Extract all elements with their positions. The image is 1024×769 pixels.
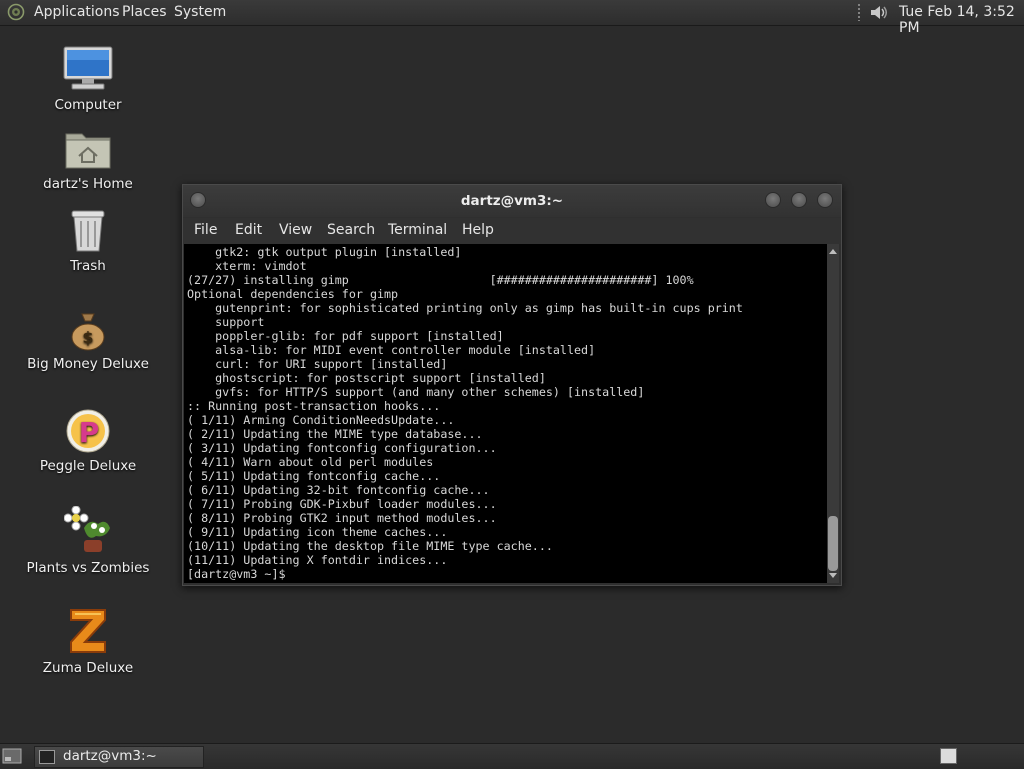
scrollbar-thumb[interactable] bbox=[828, 516, 838, 571]
desktop-icon-computer[interactable]: Computer bbox=[13, 45, 163, 113]
terminal-window[interactable]: dartz@vm3:~ File Edit View Search Termin… bbox=[182, 184, 842, 586]
applications-menu-icon[interactable] bbox=[7, 3, 25, 21]
computer-icon bbox=[63, 46, 113, 90]
panel-drag-handle[interactable] bbox=[857, 3, 861, 21]
peggle-icon: P bbox=[66, 409, 110, 453]
scroll-up-arrow-icon[interactable] bbox=[829, 249, 837, 254]
menu-help[interactable]: Help bbox=[462, 222, 494, 238]
money-bag-icon: $ bbox=[71, 313, 105, 351]
svg-text:$: $ bbox=[82, 328, 93, 347]
desktop-icon-label: Computer bbox=[54, 97, 122, 113]
desktop-icon-zuma[interactable]: Zuma Deluxe bbox=[13, 606, 163, 676]
terminal-menubar: File Edit View Search Terminal Help bbox=[183, 218, 841, 244]
desktop-icon-label: dartz's Home bbox=[43, 176, 133, 192]
terminal-line: ( 8/11) Probing GTK2 input method module… bbox=[187, 511, 497, 525]
terminal-prompt[interactable]: [dartz@vm3 ~]$ bbox=[187, 567, 743, 581]
terminal-line: Optional dependencies for gimp bbox=[187, 287, 399, 301]
menu-system[interactable]: System bbox=[174, 4, 226, 20]
desktop-icon-label: Peggle Deluxe bbox=[39, 458, 137, 474]
volume-icon[interactable] bbox=[868, 3, 890, 22]
desktop-icon-peggle[interactable]: P Peggle Deluxe bbox=[13, 408, 163, 474]
terminal-line: ( 6/11) Updating 32-bit fontconfig cache… bbox=[187, 483, 490, 497]
taskbar-item-terminal[interactable]: dartz@vm3:~ bbox=[34, 746, 204, 768]
desktop-icon-plants-vs-zombies[interactable]: Plants vs Zombies bbox=[13, 506, 163, 576]
zuma-icon bbox=[70, 609, 106, 653]
plants-vs-zombies-icon bbox=[64, 506, 110, 552]
terminal-line: ( 5/11) Updating fontconfig cache... bbox=[187, 469, 441, 483]
terminal-line: support bbox=[187, 315, 265, 329]
home-folder-icon bbox=[65, 133, 111, 169]
clock[interactable]: Tue Feb 14, 3:52 PM bbox=[899, 4, 1024, 36]
menu-edit[interactable]: Edit bbox=[235, 222, 262, 238]
desktop-icon-label: Plants vs Zombies bbox=[26, 560, 150, 576]
trash-icon bbox=[71, 210, 105, 252]
terminal-line: xterm: vimdot bbox=[187, 259, 307, 273]
terminal-icon bbox=[39, 750, 55, 764]
terminal-line: (27/27) installing gimp [###############… bbox=[187, 273, 694, 287]
menu-terminal[interactable]: Terminal bbox=[388, 222, 447, 238]
taskbar-item-label: dartz@vm3:~ bbox=[63, 748, 157, 764]
terminal-line: gtk2: gtk output plugin [installed] bbox=[187, 245, 462, 259]
terminal-line: ( 4/11) Warn about old perl modules bbox=[187, 455, 434, 469]
terminal-line: ( 7/11) Probing GDK-Pixbuf loader module… bbox=[187, 497, 497, 511]
workspace-switcher[interactable] bbox=[940, 748, 957, 764]
desktop-icon-big-money[interactable]: $ Big Money Deluxe bbox=[13, 310, 163, 372]
svg-text:P: P bbox=[79, 416, 100, 449]
desktop-icon-trash[interactable]: Trash bbox=[13, 208, 163, 274]
terminal-line: gvfs: for HTTP/S support (and many other… bbox=[187, 385, 645, 399]
menu-places[interactable]: Places bbox=[122, 4, 167, 20]
terminal-line: (10/11) Updating the desktop file MIME t… bbox=[187, 539, 553, 553]
desktop-icon-label: Big Money Deluxe bbox=[27, 356, 149, 372]
minimize-button[interactable] bbox=[765, 192, 781, 208]
terminal-line: ( 1/11) Arming ConditionNeedsUpdate... bbox=[187, 413, 455, 427]
terminal-line: poppler-glib: for pdf support [installed… bbox=[187, 329, 504, 343]
close-button[interactable] bbox=[817, 192, 833, 208]
scroll-down-arrow-icon[interactable] bbox=[829, 573, 837, 578]
show-desktop-icon[interactable] bbox=[2, 747, 22, 765]
terminal-lines: gtk2: gtk output plugin [installed] xter… bbox=[187, 245, 743, 581]
terminal-line: ( 2/11) Updating the MIME type database.… bbox=[187, 427, 483, 441]
bottom-panel: dartz@vm3:~ bbox=[0, 743, 1024, 769]
terminal-output[interactable]: gtk2: gtk output plugin [installed] xter… bbox=[184, 244, 827, 583]
menu-search[interactable]: Search bbox=[327, 222, 375, 238]
terminal-line: (11/11) Updating X fontdir indices... bbox=[187, 553, 448, 567]
desktop-icon-label: Trash bbox=[70, 258, 106, 274]
terminal-line: ( 3/11) Updating fontconfig configuratio… bbox=[187, 441, 497, 455]
terminal-line: alsa-lib: for MIDI event controller modu… bbox=[187, 343, 596, 357]
terminal-line: ( 9/11) Updating icon theme caches... bbox=[187, 525, 448, 539]
terminal-line: gutenprint: for sophisticated printing o… bbox=[187, 301, 743, 315]
top-panel: Applications Places System Tue Feb 14, 3… bbox=[0, 0, 1024, 36]
terminal-line: ghostscript: for postscript support [ins… bbox=[187, 371, 546, 385]
maximize-button[interactable] bbox=[791, 192, 807, 208]
menu-applications[interactable]: Applications bbox=[34, 4, 120, 20]
window-titlebar[interactable]: dartz@vm3:~ bbox=[183, 185, 841, 217]
menu-view[interactable]: View bbox=[279, 222, 312, 238]
menu-file[interactable]: File bbox=[194, 222, 217, 238]
terminal-line: curl: for URI support [installed] bbox=[187, 357, 448, 371]
desktop-icon-label: Zuma Deluxe bbox=[42, 660, 134, 676]
terminal-line: :: Running post-transaction hooks... bbox=[187, 399, 441, 413]
desktop-icon-home[interactable]: dartz's Home bbox=[13, 128, 163, 192]
window-title: dartz@vm3:~ bbox=[460, 193, 564, 209]
terminal-scrollbar[interactable] bbox=[827, 244, 839, 583]
